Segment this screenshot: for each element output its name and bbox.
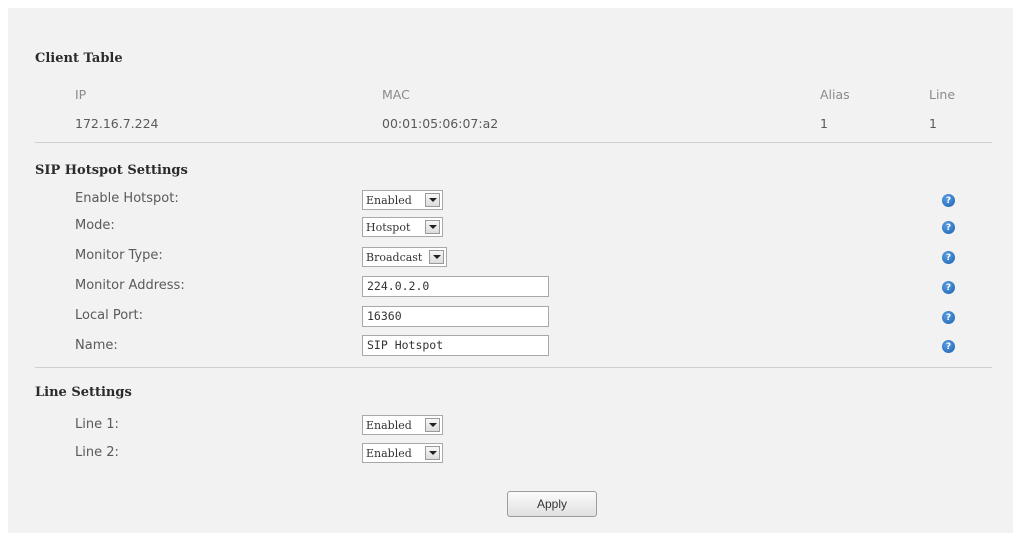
client-alias: 1	[820, 116, 828, 131]
enable-hotspot-select[interactable]: Enabled	[362, 190, 443, 210]
mode-value: Hotspot	[366, 220, 411, 234]
name-label: Name:	[75, 338, 118, 353]
monitor-address-input[interactable]: 224.0.2.0	[362, 276, 549, 297]
line-settings-title: Line Settings	[35, 385, 132, 400]
monitor-address-label: Monitor Address:	[75, 278, 185, 293]
sip-hotspot-title: SIP Hotspot Settings	[35, 163, 188, 178]
line2-select[interactable]: Enabled	[362, 443, 443, 463]
mode-label: Mode:	[75, 218, 115, 233]
chevron-down-icon	[425, 193, 440, 207]
chevron-down-icon	[425, 446, 440, 460]
monitor-type-select[interactable]: Broadcast	[362, 247, 447, 267]
line1-value: Enabled	[366, 418, 412, 432]
settings-panel	[8, 8, 1013, 533]
enable-hotspot-value: Enabled	[366, 193, 412, 207]
local-port-label: Local Port:	[75, 308, 143, 323]
enable-hotspot-label: Enable Hotspot:	[75, 191, 179, 206]
line2-label: Line 2:	[75, 445, 119, 460]
help-icon[interactable]: ?	[942, 340, 955, 353]
divider	[35, 142, 992, 143]
monitor-type-label: Monitor Type:	[75, 248, 163, 263]
help-icon[interactable]: ?	[942, 194, 955, 207]
local-port-input[interactable]: 16360	[362, 306, 549, 327]
client-ip: 172.16.7.224	[75, 116, 159, 131]
help-icon[interactable]: ?	[942, 311, 955, 324]
mode-select[interactable]: Hotspot	[362, 217, 443, 237]
column-header-line: Line	[929, 87, 956, 102]
divider	[35, 367, 992, 368]
line1-select[interactable]: Enabled	[362, 415, 443, 435]
column-header-ip: IP	[75, 87, 87, 102]
chevron-down-icon	[425, 418, 440, 432]
line1-label: Line 1:	[75, 417, 119, 432]
client-line: 1	[929, 116, 937, 131]
client-mac: 00:01:05:06:07:a2	[382, 116, 499, 131]
help-icon[interactable]: ?	[942, 251, 955, 264]
name-input[interactable]: SIP Hotspot	[362, 335, 549, 356]
column-header-alias: Alias	[820, 87, 850, 102]
help-icon[interactable]: ?	[942, 221, 955, 234]
monitor-type-value: Broadcast	[366, 250, 423, 264]
chevron-down-icon	[425, 220, 440, 234]
client-table-title: Client Table	[35, 51, 123, 66]
column-header-mac: MAC	[382, 87, 410, 102]
line2-value: Enabled	[366, 446, 412, 460]
help-icon[interactable]: ?	[942, 281, 955, 294]
apply-button[interactable]: Apply	[507, 491, 597, 517]
chevron-down-icon	[429, 250, 444, 264]
